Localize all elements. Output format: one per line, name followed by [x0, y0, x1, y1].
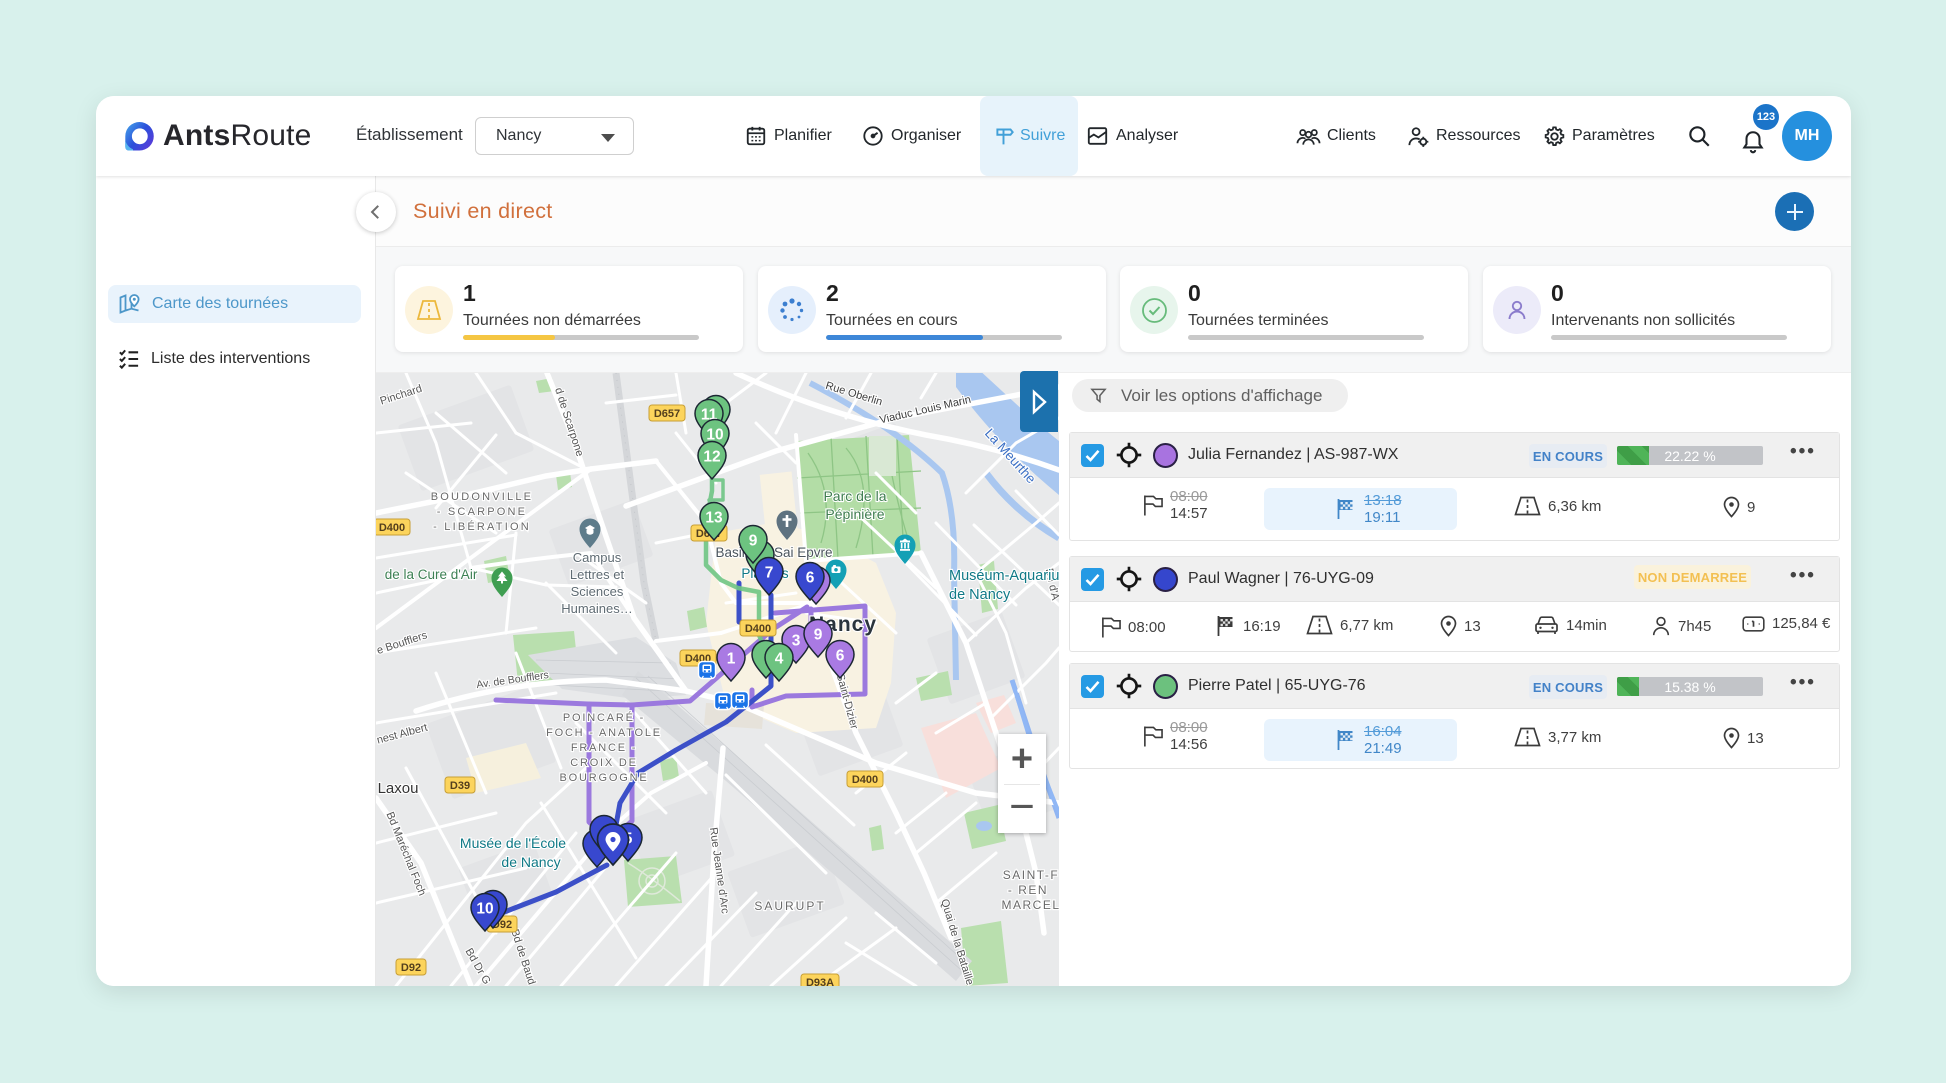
svg-text:de Nancy: de Nancy [949, 587, 1011, 603]
svg-text:FRANCE -: FRANCE - [571, 742, 637, 754]
svg-text:D92: D92 [401, 962, 421, 974]
svg-text:6: 6 [806, 570, 815, 587]
svg-text:D400: D400 [379, 522, 405, 534]
svg-text:- SCARPONE: - SCARPONE [437, 506, 527, 518]
svg-text:Pépinière: Pépinière [825, 506, 884, 522]
svg-text:FOCH - ANATOLE: FOCH - ANATOLE [546, 727, 662, 739]
svg-text:Lettres et: Lettres et [570, 567, 625, 582]
svg-text:CROIX DE: CROIX DE [570, 757, 638, 769]
svg-text:D93A: D93A [806, 977, 834, 986]
svg-text:Campus: Campus [573, 550, 622, 565]
svg-text:de la Cure d'Air: de la Cure d'Air [385, 567, 478, 582]
svg-text:Humaines…: Humaines… [561, 601, 633, 616]
svg-text:D400: D400 [852, 774, 878, 786]
svg-text:Laxou: Laxou [378, 780, 419, 797]
svg-text:- REN: - REN [1008, 883, 1048, 897]
svg-text:12: 12 [703, 449, 720, 466]
svg-text:BOUDONVILLE: BOUDONVILLE [431, 491, 533, 503]
svg-text:7: 7 [765, 565, 774, 582]
svg-text:MARCEL: MARCEL [1001, 898, 1059, 912]
svg-text:4: 4 [775, 651, 784, 668]
svg-text:SAURUPT: SAURUPT [754, 899, 825, 913]
svg-text:6: 6 [836, 648, 845, 665]
svg-text:Muséum-Aquarium: Muséum-Aquarium [949, 568, 1059, 584]
svg-text:POINCARÉ -: POINCARÉ - [563, 711, 645, 724]
svg-text:10: 10 [706, 427, 723, 444]
svg-text:10: 10 [476, 901, 493, 918]
svg-text:D657: D657 [654, 408, 680, 420]
svg-text:1: 1 [727, 651, 736, 668]
svg-text:9: 9 [749, 533, 758, 550]
svg-text:BOURGOGNE: BOURGOGNE [560, 772, 649, 784]
svg-text:3: 3 [792, 633, 801, 650]
svg-text:13: 13 [705, 510, 723, 527]
svg-text:Musée de l'École: Musée de l'École [460, 835, 566, 851]
svg-text:D39: D39 [450, 780, 470, 792]
svg-text:de Nancy: de Nancy [501, 854, 560, 870]
svg-text:SAINT-F: SAINT-F [1003, 868, 1059, 882]
svg-text:Parc de la: Parc de la [823, 488, 886, 504]
svg-text:- LIBÉRATION: - LIBÉRATION [433, 520, 531, 533]
svg-text:Sciences: Sciences [571, 584, 624, 599]
svg-text:9: 9 [814, 627, 823, 644]
svg-text:D400: D400 [745, 623, 771, 635]
